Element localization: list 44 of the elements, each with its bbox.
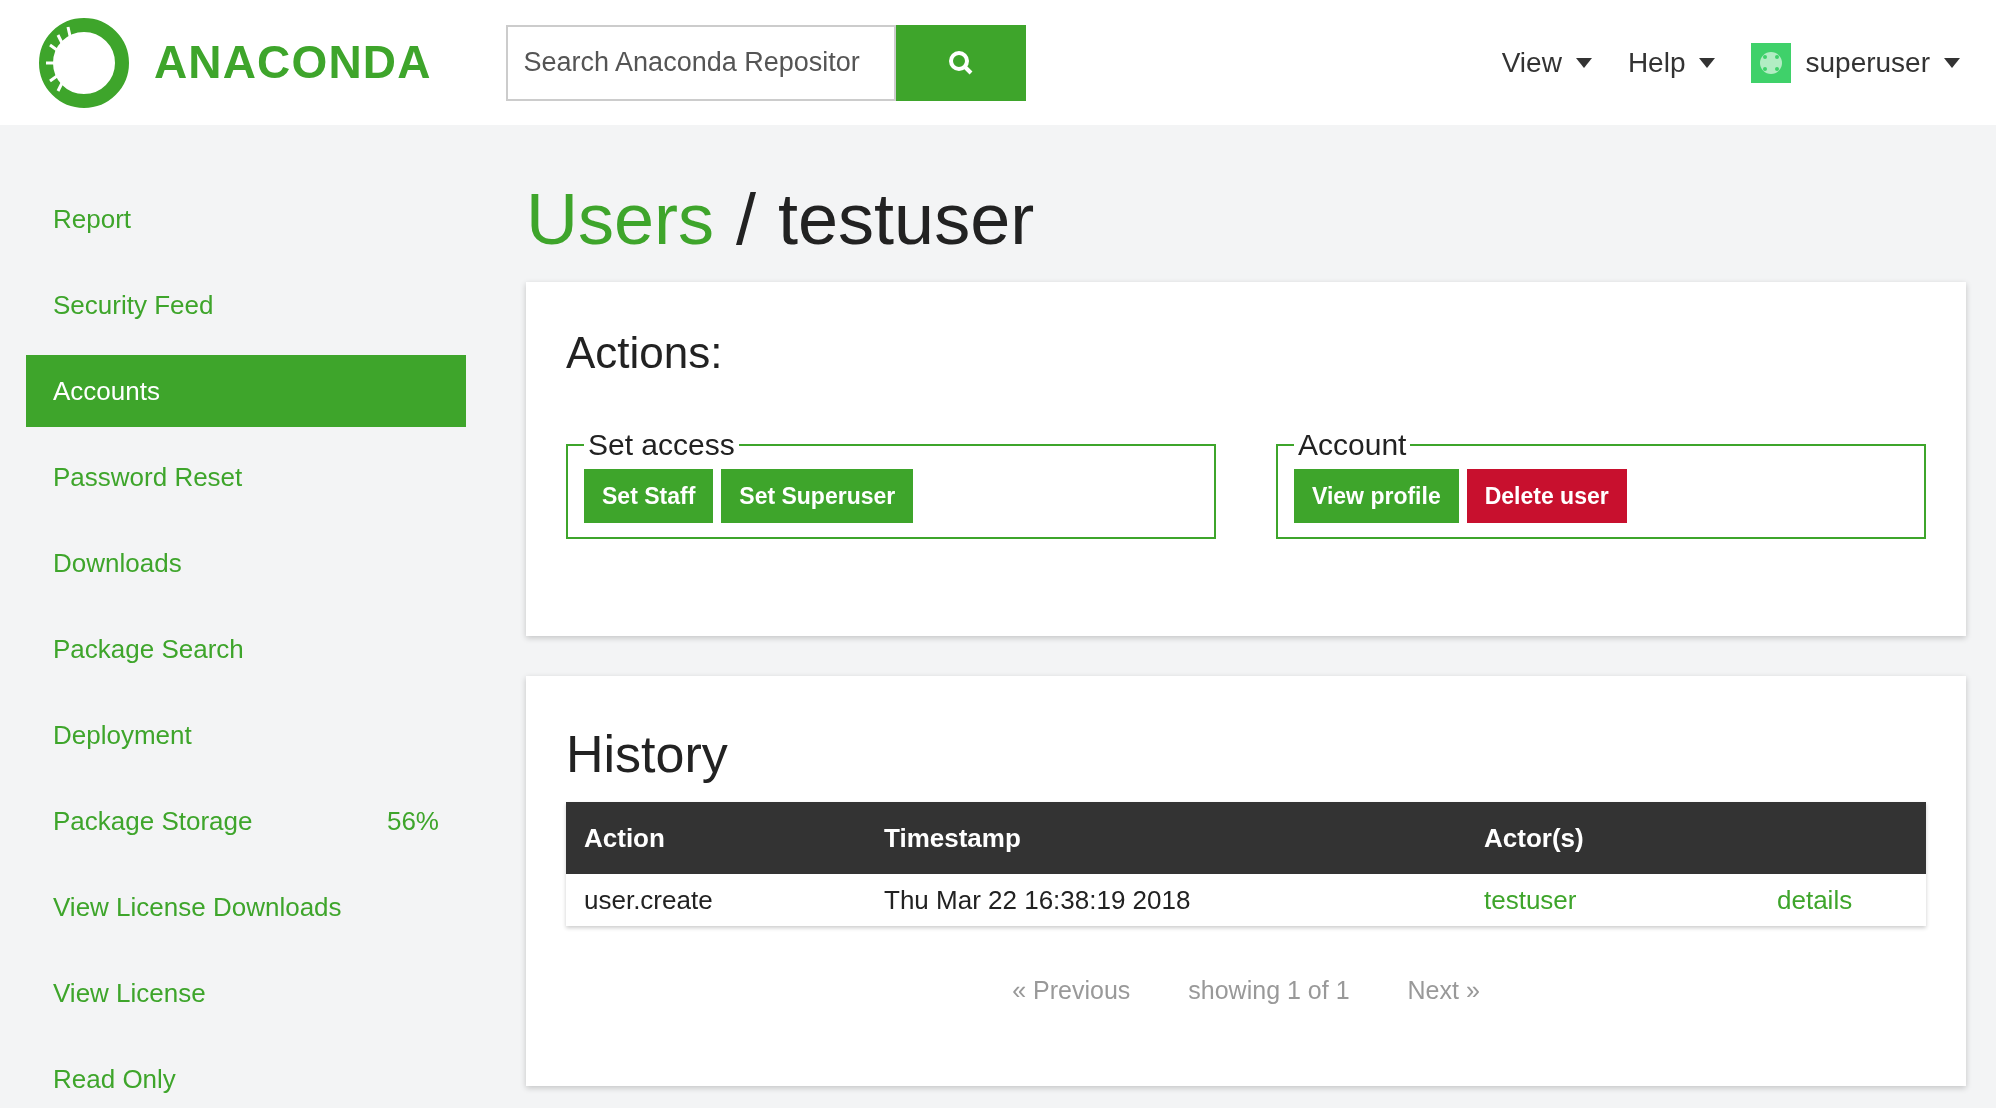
caret-icon	[1699, 57, 1716, 68]
group-legend: Account	[1294, 422, 1411, 467]
page-title: testuser	[778, 177, 1035, 261]
card-title: History	[566, 724, 729, 785]
sidebar-item[interactable]: Package Search	[26, 613, 466, 685]
search-field[interactable]: Search Anaconda Repositor	[505, 24, 896, 101]
action-button[interactable]: Delete user	[1466, 469, 1627, 523]
table-cell: Thu Mar 22 16:38:19 2018	[866, 874, 1466, 926]
actor-link[interactable]: testuser	[1484, 884, 1577, 915]
sidebar-item[interactable]: View License	[26, 957, 466, 1029]
caret-icon	[1575, 57, 1592, 68]
sidebar-item[interactable]: Security Feed	[26, 269, 466, 341]
column-header: Actor(s)	[1466, 802, 1759, 874]
previous-link[interactable]: « Previous	[1012, 972, 1131, 1010]
sidebar-item[interactable]: Downloads	[26, 527, 466, 599]
user-menu[interactable]: superuser	[1751, 41, 1960, 84]
breadcrumb-link[interactable]: Users	[526, 164, 714, 273]
action-button[interactable]: Set Superuser	[721, 469, 914, 523]
sidebar-item[interactable]: Report	[26, 183, 466, 255]
sidebar-item[interactable]: Password Reset	[26, 441, 466, 513]
nav-menu[interactable]: Help	[1627, 41, 1716, 84]
storage-percent: 56%	[386, 804, 439, 838]
column-header: Timestamp	[866, 802, 1466, 874]
breadcrumb-separator: /	[736, 177, 757, 261]
search-button[interactable]	[895, 24, 1026, 101]
action-button[interactable]: View profile	[1294, 469, 1459, 523]
nav-menu[interactable]: View	[1501, 41, 1592, 84]
caret-icon	[1944, 57, 1960, 68]
search-icon	[947, 49, 974, 76]
column-header: Action	[566, 802, 866, 874]
sidebar-item[interactable]: View License Downloads	[26, 871, 466, 943]
sidebar-item[interactable]: Read Only	[26, 1043, 466, 1108]
page-status: showing 1 of 1	[1188, 975, 1350, 1006]
avatar-icon	[1751, 42, 1792, 83]
group-legend: Set access	[584, 422, 739, 467]
details-link[interactable]: details	[1777, 884, 1853, 915]
sidebar-item[interactable]: Package Storage 56%	[26, 785, 466, 857]
card-title: Actions:	[566, 327, 724, 379]
action-button[interactable]: Set Staff	[584, 469, 714, 523]
sidebar-item[interactable]: Deployment	[26, 699, 466, 771]
next-link[interactable]: Next »	[1407, 972, 1480, 1010]
table-cell: user.create	[566, 874, 866, 926]
sidebar-item[interactable]: Accounts	[26, 355, 466, 427]
logo-text: ANACONDA	[154, 35, 432, 90]
